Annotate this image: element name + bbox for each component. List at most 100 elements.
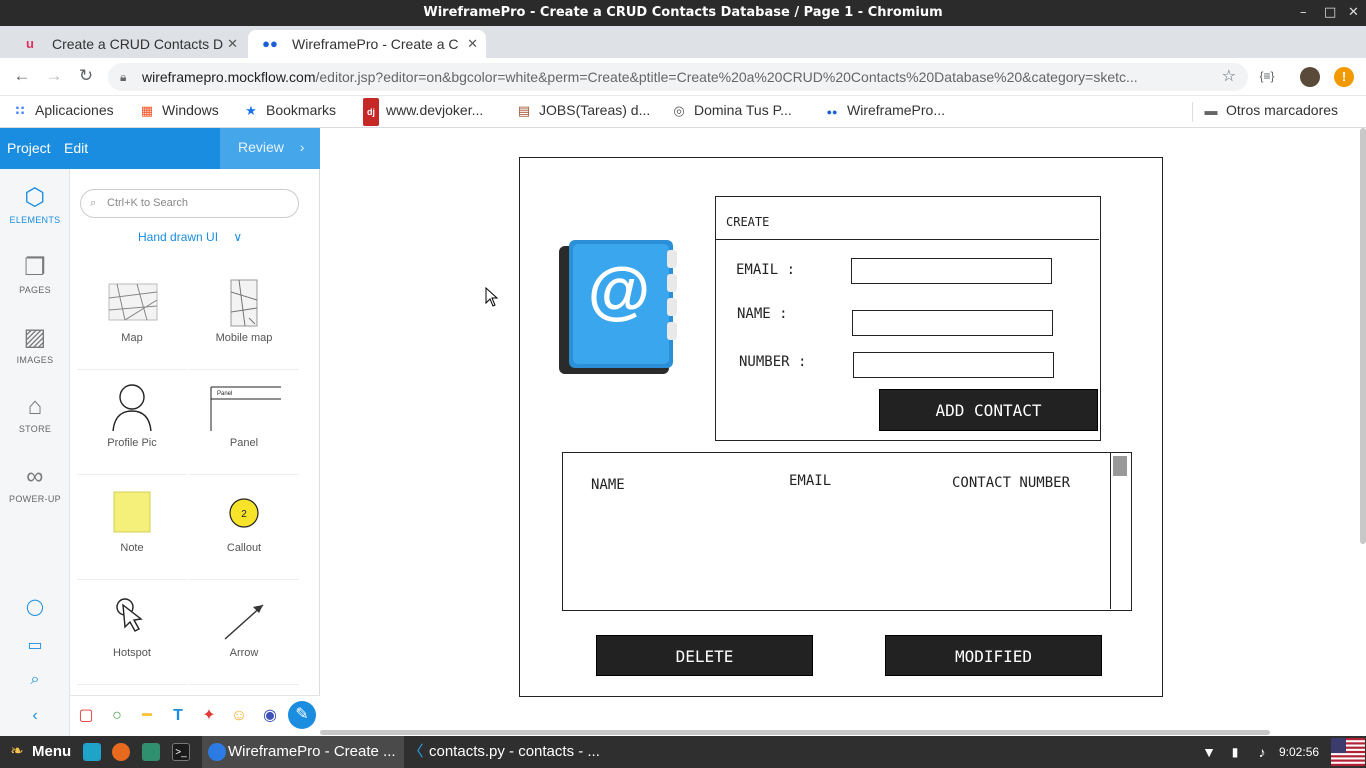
rail-pages[interactable]: ❐ PAGES: [0, 253, 70, 295]
tab-label: WireframePro - Create a C: [292, 36, 459, 52]
us-flag-icon[interactable]: [1331, 738, 1365, 766]
rail-label: PAGES: [19, 285, 51, 295]
element-search-input[interactable]: ⌕ Ctrl+K to Search: [80, 189, 299, 218]
pages-icon: ❐: [24, 254, 46, 281]
bookmark-windows[interactable]: ▦ Windows: [139, 96, 219, 126]
wifi-icon[interactable]: ▼: [1200, 743, 1218, 761]
bookmark-aplicaciones[interactable]: ∷ Aplicaciones: [12, 96, 113, 126]
arrow-thumbnail: [224, 604, 264, 640]
zoom-icon[interactable]: ⌕: [24, 671, 46, 689]
rail-store[interactable]: ⌂ STORE: [0, 393, 70, 434]
number-label: NUMBER :: [739, 354, 807, 370]
modified-button[interactable]: MODIFIED: [885, 635, 1102, 676]
list-scrollbar[interactable]: [1110, 453, 1131, 609]
minimize-icon[interactable]: –: [1300, 0, 1307, 26]
taskbar-window-label: WireframePro - Create ...: [228, 743, 396, 760]
globe-icon: ◎: [673, 103, 685, 118]
rail-elements[interactable]: ⬡ ELEMENTS: [0, 183, 70, 225]
files-icon[interactable]: [142, 743, 160, 761]
emoji-tool-icon[interactable]: ☺: [229, 705, 249, 727]
rail-power-up[interactable]: ∞ POWER-UP: [0, 463, 70, 504]
circle-tool-icon[interactable]: ○: [107, 705, 127, 727]
collapse-icon[interactable]: ‹: [24, 707, 46, 725]
bookmark-devjoker[interactable]: dj www.devjoker...: [363, 96, 483, 126]
element-label: Arrow: [229, 647, 259, 659]
menu-edit[interactable]: Edit: [64, 140, 88, 156]
element-callout[interactable]: 2 Callout: [189, 476, 299, 580]
element-profile-pic[interactable]: Profile Pic: [77, 371, 187, 475]
callout-thumbnail: 2: [229, 498, 259, 528]
forward-icon[interactable]: →: [43, 66, 65, 86]
wireframepro-icon: ●●: [262, 36, 278, 51]
element-map[interactable]: Map: [77, 266, 187, 370]
element-panel[interactable]: Panel Panel: [189, 371, 299, 475]
store-icon: ⌂: [27, 393, 43, 420]
taskbar-window-vscode[interactable]: 〈 contacts.py - contacts - ...: [405, 736, 615, 768]
bookmark-wireframepro[interactable]: ●● WireframePro...: [824, 96, 945, 126]
tab-wireframepro[interactable]: ●● WireframePro - Create a C ✕: [248, 30, 486, 58]
show-desktop-icon[interactable]: [83, 743, 101, 761]
contacts-list[interactable]: NAME EMAIL CONTACT NUMBER: [562, 452, 1132, 611]
close-window-icon[interactable]: ✕: [1348, 0, 1359, 26]
bookmark-jobs[interactable]: ▤ JOBS(Tareas) d...: [516, 96, 650, 126]
canvas-horizontal-scrollbar[interactable]: [320, 730, 1270, 735]
bookmark-label: Bookmarks: [266, 102, 337, 118]
volume-icon[interactable]: ♪: [1253, 743, 1271, 761]
text-tool-icon[interactable]: T: [168, 705, 188, 727]
bookmark-domina[interactable]: ◎ Domina Tus P...: [671, 96, 791, 126]
jobs-icon: ▤: [517, 103, 531, 118]
rectangle-tool-icon[interactable]: ▢: [76, 705, 96, 727]
delete-button[interactable]: DELETE: [596, 635, 813, 676]
email-field[interactable]: [851, 258, 1052, 284]
element-note[interactable]: Note: [77, 476, 187, 580]
firefox-icon[interactable]: [112, 743, 130, 761]
back-icon[interactable]: ←: [11, 66, 33, 86]
element-hotspot[interactable]: Hotspot: [77, 581, 187, 685]
element-label: Profile Pic: [107, 437, 157, 449]
reload-icon[interactable]: ↻: [75, 66, 97, 86]
target-tool-icon[interactable]: ◉: [260, 705, 280, 727]
library-selector[interactable]: Hand drawn UI ∨: [138, 230, 242, 244]
close-tab-icon[interactable]: ✕: [467, 30, 478, 58]
terminal-icon[interactable]: >_: [172, 743, 190, 761]
clock[interactable]: 9:02:56: [1279, 736, 1319, 768]
bookmark-star-icon[interactable]: ☆: [1222, 63, 1236, 91]
other-bookmarks[interactable]: ▬ Otros marcadores: [1203, 96, 1339, 126]
image-icon: ▨: [23, 324, 47, 351]
move-tool-icon[interactable]: ✦: [199, 705, 219, 727]
extension-icon[interactable]: {≡}: [1256, 69, 1278, 83]
profile-avatar[interactable]: [1300, 67, 1320, 87]
chevron-down-icon: ∨: [233, 230, 243, 244]
menu-project[interactable]: Project: [7, 140, 51, 156]
review-label: Review: [238, 139, 284, 155]
chat-icon[interactable]: ◯: [24, 597, 46, 617]
rail-images[interactable]: ▨ IMAGES: [0, 323, 70, 365]
add-contact-button[interactable]: ADD CONTACT: [879, 389, 1098, 431]
element-arrow[interactable]: Arrow: [189, 581, 299, 685]
brush-tool-icon[interactable]: ✎: [288, 701, 316, 729]
menu-button[interactable]: Menu: [32, 736, 71, 768]
bookmark-bookmarks[interactable]: ★ Bookmarks: [243, 96, 336, 126]
mint-menu-icon[interactable]: ❧: [8, 743, 26, 761]
line-tool-icon[interactable]: ━: [137, 705, 157, 727]
library-label: Hand drawn UI: [138, 230, 219, 244]
video-icon[interactable]: ▭: [24, 635, 46, 655]
email-label: EMAIL :: [736, 262, 796, 278]
number-field[interactable]: [853, 352, 1054, 378]
element-label: Callout: [226, 542, 262, 554]
map-thumbnail: [108, 283, 158, 321]
create-panel-header: [716, 197, 1099, 240]
tab-udemy[interactable]: u Create a CRUD Contacts D ✕: [8, 30, 246, 58]
battery-icon[interactable]: ▮: [1226, 743, 1244, 761]
review-button[interactable]: Review ›: [220, 128, 320, 169]
canvas-vertical-scrollbar[interactable]: [1360, 128, 1366, 544]
element-mobile-map[interactable]: Mobile map: [189, 266, 299, 370]
maximize-icon[interactable]: □: [1324, 0, 1336, 26]
name-field[interactable]: [852, 310, 1053, 336]
close-tab-icon[interactable]: ✕: [227, 30, 238, 58]
taskbar-window-chromium[interactable]: WireframePro - Create ...: [202, 736, 404, 768]
address-book-icon[interactable]: @: [549, 236, 679, 376]
list-scrollbar-thumb[interactable]: [1113, 456, 1127, 476]
address-bar[interactable]: 🔒︎ wireframepro.mockflow.com/editor.jsp?…: [108, 63, 1248, 91]
update-alert-icon[interactable]: !: [1334, 67, 1354, 87]
